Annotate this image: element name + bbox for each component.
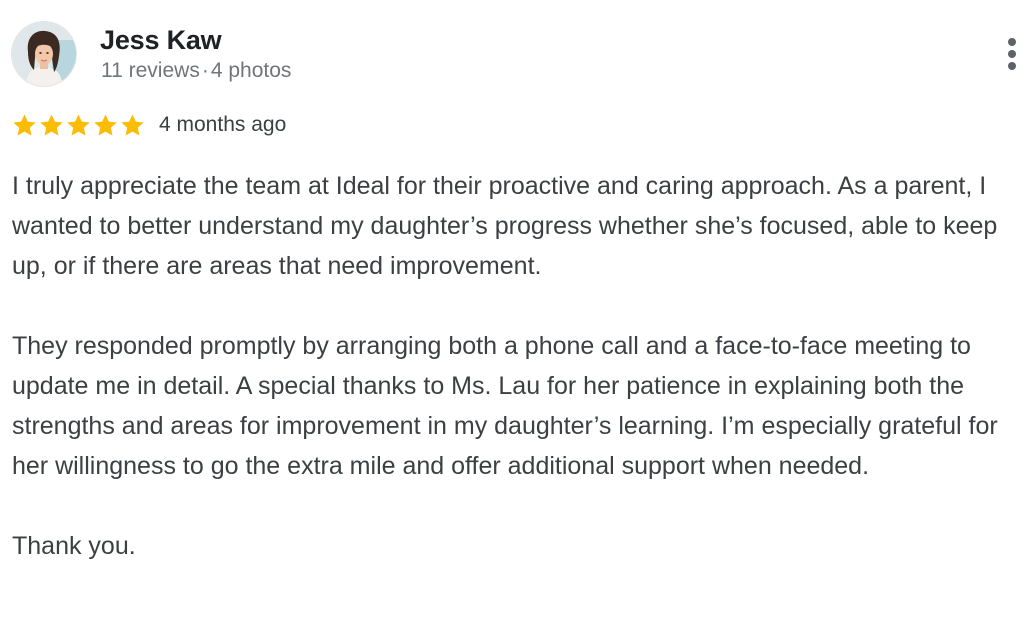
reviews-count: 11 reviews [101, 59, 200, 82]
reviewer-name[interactable]: Jess Kaw [100, 24, 222, 56]
star-icon [94, 113, 117, 136]
meta-separator: · [201, 59, 209, 82]
review-paragraph: I truly appreciate the team at Ideal for… [12, 172, 998, 280]
reviewer-avatar[interactable] [12, 22, 76, 86]
more-vert-icon [1008, 38, 1016, 70]
more-options-button[interactable] [996, 34, 1028, 76]
rating-row: 4 months ago [11, 110, 286, 140]
review-card: Jess Kaw 11 reviews·4 photos 4 months ag… [0, 0, 1036, 638]
reviewer-meta: 11 reviews·4 photos [101, 58, 291, 84]
review-date: 4 months ago [159, 113, 287, 136]
avatar-photo [12, 22, 76, 86]
star-icon [67, 113, 90, 136]
review-paragraph: Thank you. [12, 532, 136, 560]
review-paragraph: They responded promptly by arranging bot… [12, 332, 998, 480]
star-icon [121, 113, 144, 136]
star-icon [13, 113, 36, 136]
review-text: I truly appreciate the team at Ideal for… [12, 166, 1022, 566]
photos-count: 4 photos [210, 59, 292, 82]
star-rating [11, 112, 146, 139]
star-icon [40, 113, 63, 136]
